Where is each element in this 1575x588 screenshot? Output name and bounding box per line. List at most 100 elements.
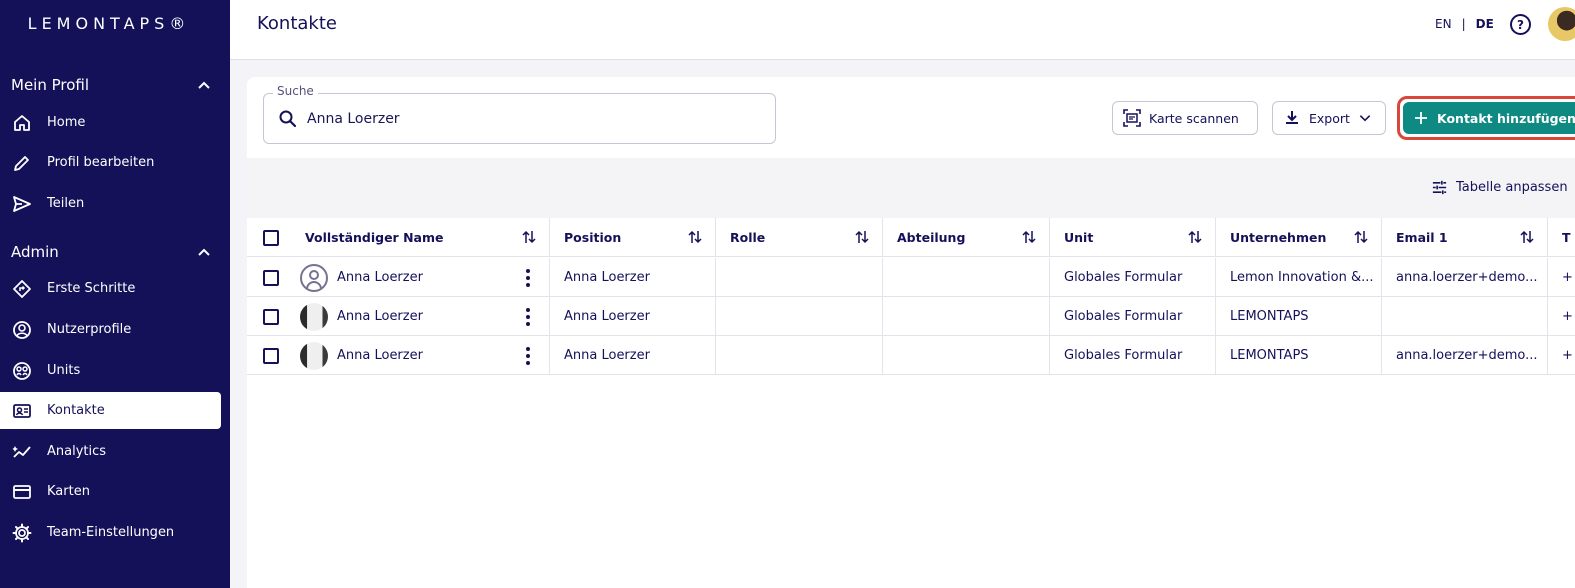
sort-icon: [855, 230, 869, 244]
column-header-rolle[interactable]: Rolle: [715, 218, 882, 257]
analytics-icon: [12, 445, 31, 458]
cell-rolle: [715, 258, 882, 297]
column-header-more[interactable]: T: [1547, 218, 1575, 257]
add-contact-highlight: Kontakt hinzufügen: [1397, 96, 1575, 140]
sidebar-item-label: Profil bearbeiten: [47, 155, 155, 170]
column-header-email[interactable]: Email 1: [1381, 218, 1547, 257]
cell-position: Anna Loerzer: [549, 297, 715, 336]
scan-icon: [1123, 109, 1141, 127]
more-vert-icon[interactable]: [523, 269, 533, 287]
more-vert-icon[interactable]: [523, 347, 533, 365]
section-admin[interactable]: Admin: [11, 240, 211, 264]
scan-card-button[interactable]: Karte scannen: [1112, 101, 1258, 135]
lang-de[interactable]: DE: [1476, 17, 1494, 31]
avatar: [300, 302, 328, 331]
add-contact-button[interactable]: Kontakt hinzufügen: [1403, 102, 1575, 134]
column-header-abteilung[interactable]: Abteilung: [882, 218, 1049, 257]
cell-unternehmen: Lemon Innovation &...: [1215, 258, 1381, 297]
download-icon: [1286, 111, 1298, 124]
customize-table-label: Tabelle anpassen: [1456, 180, 1568, 195]
avatar: [300, 263, 328, 292]
plus-icon: [1415, 112, 1427, 124]
cell-abteilung: [882, 258, 1049, 297]
contact-name[interactable]: Anna Loerzer: [337, 270, 423, 285]
pencil-icon: [14, 155, 29, 171]
cell-position: Anna Loerzer: [549, 258, 715, 297]
column-header-position[interactable]: Position: [549, 218, 715, 257]
avatar[interactable]: [1548, 7, 1575, 41]
sidebar-item-team-einstellungen[interactable]: Team-Einstellungen: [0, 514, 221, 551]
home-icon: [14, 114, 30, 131]
user-circle-icon: [13, 320, 31, 339]
sidebar-item-profil-bearbeiten[interactable]: Profil bearbeiten: [0, 144, 221, 181]
sidebar-item-teilen[interactable]: Teilen: [0, 185, 221, 222]
cell-rolle: [715, 297, 882, 336]
cell-extra: +: [1547, 297, 1575, 336]
row-checkbox[interactable]: [263, 270, 279, 286]
cell-unit: Globales Formular: [1049, 336, 1215, 375]
contact-name[interactable]: Anna Loerzer: [337, 309, 423, 324]
sidebar-item-label: Nutzerprofile: [47, 322, 132, 337]
sidebar-item-label: Kontakte: [47, 403, 105, 418]
column-header-unternehmen[interactable]: Unternehmen: [1215, 218, 1381, 257]
cell-position: Anna Loerzer: [549, 336, 715, 375]
cell-extra: +: [1547, 336, 1575, 375]
top-header: Kontakte EN | DE ?: [230, 0, 1575, 60]
logo: LEMONTAPS®: [27, 14, 191, 33]
sort-icon: [1520, 230, 1534, 244]
row-checkbox[interactable]: [263, 348, 279, 364]
sidebar-item-analytics[interactable]: Analytics: [0, 433, 221, 470]
table-row[interactable]: Anna Loerzer Anna Loerzer Globales Formu…: [247, 336, 1575, 375]
add-contact-label: Kontakt hinzufügen: [1437, 110, 1575, 126]
cell-abteilung: [882, 336, 1049, 375]
table-row[interactable]: Anna Loerzer Anna Loerzer Globales Formu…: [247, 258, 1575, 297]
more-vert-icon[interactable]: [523, 308, 533, 326]
contact-name[interactable]: Anna Loerzer: [337, 348, 423, 363]
select-all-checkbox[interactable]: [263, 230, 279, 246]
sort-icon: [522, 230, 536, 244]
sort-icon: [1022, 230, 1036, 244]
search-input[interactable]: [307, 107, 747, 131]
help-icon[interactable]: ?: [1510, 14, 1531, 35]
sort-icon: [1354, 230, 1368, 244]
cell-email: anna.loerzer+demo...: [1381, 258, 1547, 297]
sidebar-item-home[interactable]: Home: [0, 104, 221, 141]
sort-icon: [688, 230, 702, 244]
search-label: Suche: [273, 84, 318, 98]
row-checkbox[interactable]: [263, 309, 279, 325]
sidebar-item-label: Team-Einstellungen: [47, 525, 175, 540]
export-label: Export: [1309, 110, 1350, 126]
units-icon: [13, 361, 31, 380]
sidebar-item-kontakte[interactable]: Kontakte: [0, 392, 221, 429]
sidebar-item-units[interactable]: Units: [0, 352, 221, 389]
contacts-icon: [13, 403, 31, 418]
sidebar-item-label: Karten: [47, 484, 90, 499]
sidebar-item-label: Erste Schritte: [47, 281, 136, 296]
section-title: Admin: [11, 243, 59, 261]
export-button[interactable]: Export: [1272, 101, 1386, 135]
send-icon: [13, 195, 31, 212]
chevron-down-icon: [1359, 115, 1371, 122]
language-switch: EN | DE: [1435, 17, 1494, 31]
customize-table-button[interactable]: Tabelle anpassen: [1431, 179, 1568, 196]
sidebar-item-nutzerprofile[interactable]: Nutzerprofile: [0, 311, 221, 348]
cell-rolle: [715, 336, 882, 375]
sidebar-item-label: Analytics: [47, 444, 107, 459]
scan-card-label: Karte scannen: [1149, 110, 1239, 126]
section-mein-profil[interactable]: Mein Profil: [11, 73, 211, 97]
cell-unit: Globales Formular: [1049, 297, 1215, 336]
table-toolbar: Tabelle anpassen: [247, 158, 1575, 218]
chevron-up-icon: [198, 81, 210, 89]
table-row[interactable]: Anna Loerzer Anna Loerzer Globales Formu…: [247, 297, 1575, 336]
chevron-up-icon: [198, 248, 210, 256]
sidebar-item-erste-schritte[interactable]: Erste Schritte: [0, 270, 221, 307]
lang-en[interactable]: EN: [1435, 17, 1452, 31]
column-header-name[interactable]: Vollständiger Name: [291, 218, 549, 257]
sidebar-item-karten[interactable]: Karten: [0, 473, 221, 510]
cell-name: Anna Loerzer: [300, 258, 549, 297]
card-icon: [13, 484, 31, 499]
column-header-unit[interactable]: Unit: [1049, 218, 1215, 257]
cell-unit: Globales Formular: [1049, 258, 1215, 297]
avatar: [300, 341, 328, 370]
sidebar-item-label: Units: [47, 363, 81, 378]
